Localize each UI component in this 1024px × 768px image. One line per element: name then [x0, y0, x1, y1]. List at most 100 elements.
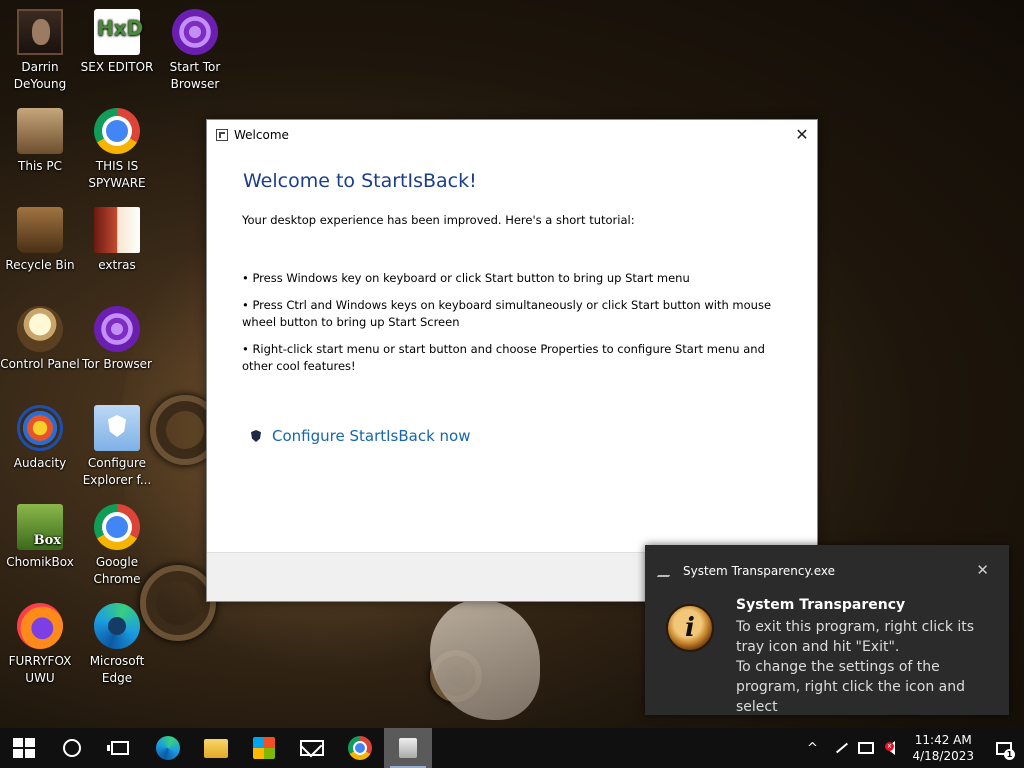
desktop-icon-label: Configure Explorer f... [82, 456, 152, 487]
extras-icon [94, 207, 140, 253]
computer-icon [17, 108, 63, 154]
info-glyph: i [685, 613, 695, 643]
desktop-icon-label: Recycle Bin [5, 258, 75, 272]
desktop-icon-start-tor-browser[interactable]: Start Tor Browser [155, 9, 235, 93]
tray-pen[interactable] [830, 728, 854, 768]
recycle-bin-icon [17, 207, 63, 253]
taskbar-clock[interactable]: 11:42 AM 4/18/2023 [902, 732, 984, 764]
desktop-icon-furryfox[interactable]: FURRYFOX UWU [0, 603, 80, 687]
store-icon [253, 737, 275, 759]
folder-icon [204, 738, 228, 758]
desktop-icon-this-is-spyware[interactable]: THIS IS SPYWARE [77, 108, 157, 192]
info-icon: i [666, 604, 714, 652]
desktop-icon-label: Start Tor Browser [169, 60, 221, 91]
taskbar-microsoft-store[interactable] [240, 728, 288, 768]
toast-title: System Transparency [736, 597, 906, 613]
chomikbox-glyph: Box [33, 533, 61, 548]
muted-badge: x [884, 742, 894, 751]
desktop-icon-darrin-deyoung[interactable]: Darrin DeYoung [0, 9, 80, 93]
desktop-icon-label: Darrin DeYoung [13, 60, 67, 91]
hxd-glyph: HxD [97, 16, 144, 40]
tor-icon [172, 9, 218, 55]
mail-icon [300, 740, 324, 756]
chrome-icon [94, 108, 140, 154]
speaker-muted-icon: x [884, 741, 895, 755]
desktop-icon-configure-explorer[interactable]: Configure Explorer f... [77, 405, 157, 489]
chrome-icon [94, 504, 140, 550]
desktop-icon-sex-editor[interactable]: HxD SEX EDITOR [77, 9, 157, 76]
search-circle-icon [63, 739, 81, 757]
desktop-icon-tor-browser[interactable]: Tor Browser [77, 306, 157, 373]
network-icon [858, 742, 875, 754]
tutorial-bullet: • Press Windows key on keyboard or click… [242, 271, 690, 285]
hxd-editor-icon: HxD [94, 9, 144, 55]
windows-logo-icon [13, 738, 35, 758]
edge-icon [94, 603, 140, 649]
desktop-icon-microsoft-edge[interactable]: Microsoft Edge [77, 603, 157, 687]
clock-date: 4/18/2023 [912, 749, 974, 763]
welcome-dialog: Welcome ✕ Welcome to StartIsBack! Your d… [206, 119, 818, 602]
configure-link-label: Configure StartIsBack now [272, 427, 471, 445]
desktop-icon-control-panel[interactable]: Control Panel [0, 306, 80, 373]
tutorial-bullet: • Press Ctrl and Windows keys on keyboar… [242, 298, 772, 329]
desktop-icon-label: Google Chrome [93, 555, 141, 586]
app-icon [399, 738, 417, 758]
audacity-icon [17, 405, 63, 451]
desktop-icon-label: SEX EDITOR [80, 60, 154, 74]
action-center-button[interactable]: 1 [984, 728, 1024, 768]
desktop-icon-label: THIS IS SPYWARE [88, 159, 146, 190]
show-hidden-icons-chevron[interactable]: ^ [794, 728, 830, 768]
dialog-titlebar[interactable]: Welcome ✕ [207, 120, 817, 149]
task-view-button[interactable] [96, 728, 144, 768]
tor-icon [94, 306, 140, 352]
desktop-icon-label: Tor Browser [81, 357, 152, 371]
taskbar-mail[interactable] [288, 728, 336, 768]
tray-volume[interactable]: x [878, 728, 902, 768]
system-tray: ^ x 11:42 AM 4/18/2023 1 [794, 728, 1024, 768]
desktop-icon-label: Control Panel [0, 357, 80, 371]
pen-icon [836, 742, 849, 754]
task-view-icon [107, 741, 129, 755]
desktop-icon-label: FURRYFOX UWU [8, 654, 72, 685]
desktop-icon-chomikbox[interactable]: Box ChomikBox [0, 504, 80, 571]
edge-icon [156, 736, 180, 760]
close-button[interactable]: ✕ [787, 120, 817, 149]
desktop-icon-this-pc[interactable]: This PC [0, 108, 80, 175]
desktop-icon-audacity[interactable]: Audacity [0, 405, 80, 472]
chrome-icon [348, 736, 372, 760]
desktop-icon-google-chrome[interactable]: Google Chrome [77, 504, 157, 588]
desktop-icon-recycle-bin[interactable]: Recycle Bin [0, 207, 80, 274]
start-button[interactable] [0, 728, 48, 768]
dialog-title: Welcome [234, 127, 289, 142]
search-button[interactable] [48, 728, 96, 768]
taskbar-file-explorer[interactable] [192, 728, 240, 768]
desktop-icon-extras[interactable]: extras [77, 207, 157, 274]
toast-app-name: System Transparency.exe [683, 564, 835, 578]
tray-network[interactable] [854, 728, 878, 768]
notification-count: 1 [1004, 749, 1015, 760]
toast-header: System Transparency.exe [656, 564, 835, 578]
tutorial-bullet: • Right-click start menu or start button… [242, 342, 765, 373]
portrait-icon [17, 9, 63, 55]
taskbar-edge[interactable] [144, 728, 192, 768]
desktop-icon-label: Audacity [13, 456, 67, 470]
taskbar: ^ x 11:42 AM 4/18/2023 1 [0, 728, 1024, 768]
desktop-icon-label: This PC [18, 159, 62, 173]
pen-icon [656, 565, 678, 577]
configure-startisback-link[interactable]: Configure StartIsBack now [251, 427, 471, 445]
toast-close-button[interactable]: ✕ [976, 561, 989, 579]
taskbar-system-transparency[interactable] [384, 728, 432, 768]
firefox-icon [17, 603, 63, 649]
shield-folder-icon [94, 405, 140, 451]
desktop-icon-label: Microsoft Edge [89, 654, 145, 685]
desktop-icon-label: extras [98, 258, 136, 272]
toast-body: To exit this program, right click its tr… [736, 619, 975, 715]
desktop-icon-label: ChomikBox [6, 555, 74, 569]
app-window-icon [216, 128, 228, 141]
system-transparency-toast[interactable]: System Transparency.exe ✕ i System Trans… [645, 545, 1009, 715]
taskbar-chrome[interactable] [336, 728, 384, 768]
chomikbox-icon: Box [17, 504, 63, 550]
shield-icon [251, 430, 261, 442]
clock-time: 11:42 AM [914, 733, 972, 747]
dialog-heading: Welcome to StartIsBack! [243, 170, 477, 192]
